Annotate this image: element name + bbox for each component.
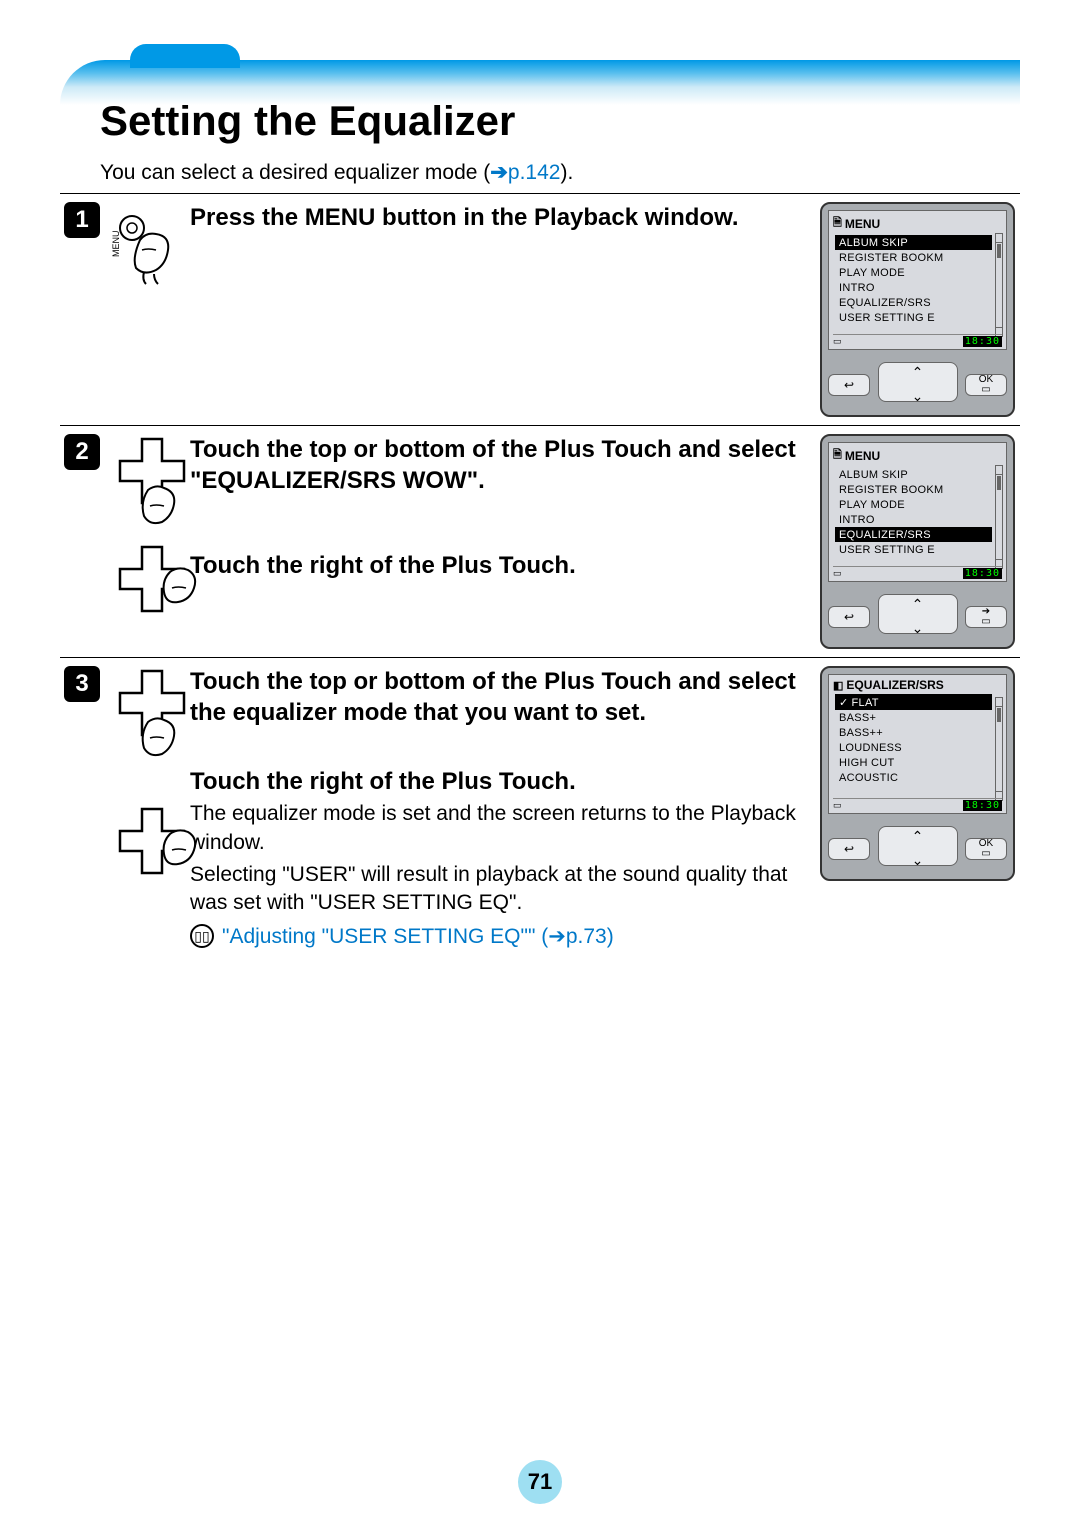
step-number: 1 — [64, 202, 100, 238]
menu-item: INTRO — [835, 280, 992, 295]
divider — [60, 425, 1020, 426]
device-screenshot-1: 🗎MENU ALBUM SKIP REGISTER BOOKM PLAY MOD… — [820, 202, 1015, 417]
device-controls: ⌃ ⌄ ↩ OK▭ — [828, 354, 1007, 409]
header-bar — [60, 60, 1020, 105]
up-arrow-icon: ⌃ — [912, 596, 924, 613]
status-bar: ▭ 18:30 — [833, 334, 1002, 346]
header-tab — [130, 44, 240, 68]
eq-item: BASS++ — [835, 725, 992, 740]
step-2: 2 Touch the top or bottom — [60, 434, 1020, 649]
status-bar: ▭ 18:30 — [833, 798, 1002, 810]
menu-item: ALBUM SKIP — [835, 467, 992, 482]
menu-item: INTRO — [835, 512, 992, 527]
device-screenshot-2: 🗎MENU ALBUM SKIP REGISTER BOOKM PLAY MOD… — [820, 434, 1015, 649]
menu-item: PLAY MODE — [835, 497, 992, 512]
eq-item: BASS+ — [835, 710, 992, 725]
intro-text: You can select a desired equalizer mode … — [100, 160, 1020, 185]
back-button: ↩ — [828, 374, 870, 396]
right-arrow-button: ➔▭ — [965, 606, 1007, 628]
step-1: 1 MENU Press the MENU button in the Play… — [60, 202, 1020, 417]
down-arrow-icon: ⌄ — [912, 852, 924, 869]
step-number: 2 — [64, 434, 100, 470]
touch-vertical-right-icon — [112, 666, 197, 896]
step-2-instruction: Touch the top or bottom of the Plus Touc… — [190, 434, 802, 496]
reference-link[interactable]: ▯▯ "Adjusting "USER SETTING EQ"" (➔p.73) — [190, 924, 802, 949]
page-number: 71 — [518, 1460, 562, 1504]
step-3-sub: Touch the right of the Plus Touch. — [190, 768, 802, 796]
step-3-body-2: Selecting "USER" will result in playback… — [190, 861, 802, 918]
step-3-instruction: Touch the top or bottom of the Plus Touc… — [190, 666, 802, 728]
clock: 18:30 — [963, 800, 1002, 811]
eq-item: FLAT — [835, 694, 992, 710]
doc-icon: 🗎 — [833, 446, 842, 465]
battery-icon: ▭ — [833, 568, 842, 579]
clock: 18:30 — [963, 568, 1002, 579]
step-number: 3 — [64, 666, 100, 702]
menu-item: REGISTER BOOKM — [835, 482, 992, 497]
up-arrow-icon: ⌃ — [912, 828, 924, 845]
clock: 18:30 — [963, 336, 1002, 347]
step-3-body-1: The equalizer mode is set and the screen… — [190, 800, 802, 857]
down-arrow-icon: ⌄ — [912, 620, 924, 637]
scrollbar — [995, 465, 1003, 569]
menu-item: USER SETTING E — [835, 542, 992, 557]
back-button: ↩ — [828, 838, 870, 860]
eq-item: LOUDNESS — [835, 740, 992, 755]
device-controls: ⌃ ⌄ ↩ ➔▭ — [828, 586, 1007, 641]
scrollbar — [995, 233, 1003, 337]
divider — [60, 193, 1020, 194]
divider — [60, 657, 1020, 658]
eq-item: HIGH CUT — [835, 755, 992, 770]
menu-item: EQUALIZER/SRS — [835, 527, 992, 542]
device-screenshot-3: ◧EQUALIZER/SRS FLAT BASS+ BASS++ LOUDNES… — [820, 666, 1015, 881]
menu-item: USER SETTING E — [835, 310, 992, 325]
press-menu-hand-icon: MENU — [112, 202, 192, 287]
scrollbar — [995, 697, 1003, 801]
book-icon: ▯▯ — [190, 924, 214, 948]
menu-item: EQUALIZER/SRS — [835, 295, 992, 310]
step-1-instruction: Press the MENU button in the Playback wi… — [190, 202, 802, 233]
ok-button: OK▭ — [965, 374, 1007, 396]
battery-icon: ▭ — [833, 800, 842, 811]
eq-icon: ◧ — [833, 679, 843, 692]
device-controls: ⌃ ⌄ ↩ OK▭ — [828, 818, 1007, 873]
menu-item: REGISTER BOOKM — [835, 250, 992, 265]
eq-item: ACOUSTIC — [835, 770, 992, 785]
step-2-sub: Touch the right of the Plus Touch. — [190, 552, 802, 580]
back-button: ↩ — [828, 606, 870, 628]
ok-button: OK▭ — [965, 838, 1007, 860]
menu-item: PLAY MODE — [835, 265, 992, 280]
intro-link[interactable]: ➔p.142 — [490, 161, 560, 184]
down-arrow-icon: ⌄ — [912, 388, 924, 405]
up-arrow-icon: ⌃ — [912, 364, 924, 381]
battery-icon: ▭ — [833, 336, 842, 347]
step-3: 3 Touch the top or bottom of the Plus To… — [60, 666, 1020, 949]
touch-vertical-icon — [112, 434, 197, 634]
doc-icon: 🗎 — [833, 214, 842, 233]
status-bar: ▭ 18:30 — [833, 566, 1002, 578]
menu-item: ALBUM SKIP — [835, 235, 992, 250]
svg-text:MENU: MENU — [112, 231, 121, 258]
